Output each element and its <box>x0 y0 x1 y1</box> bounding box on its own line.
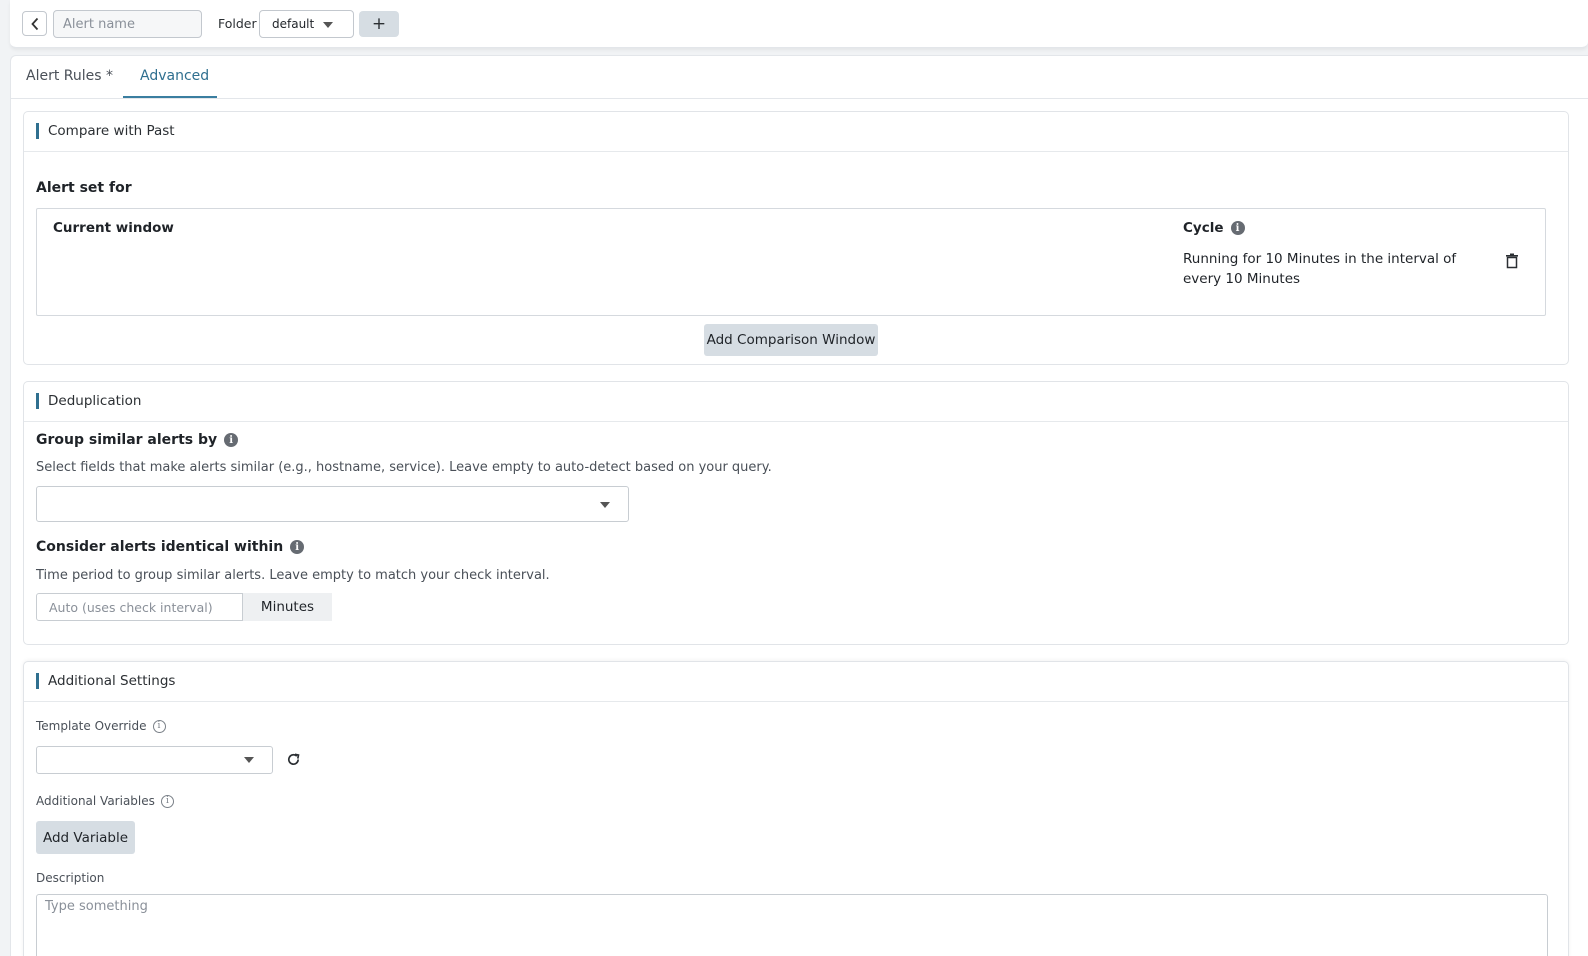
chevron-left-icon <box>30 17 38 30</box>
group-help-text: Select fields that make alerts similar (… <box>36 460 772 475</box>
info-icon[interactable]: i <box>1230 221 1245 235</box>
identical-within-label: Consider alerts identical within i <box>36 539 305 555</box>
cycle-description: Running for 10 Minutes in the interval o… <box>1183 251 1457 287</box>
add-comparison-window-button[interactable]: Add Comparison Window <box>704 324 878 356</box>
interval-unit: Minutes <box>243 593 332 621</box>
group-similar-text: Group similar alerts by <box>36 432 218 448</box>
folder-select-value: default <box>272 17 315 31</box>
additional-variables-text: Additional Variables <box>36 794 155 808</box>
tab-advanced[interactable]: Advanced <box>140 68 209 84</box>
folder-label: Folder <box>218 16 257 31</box>
section-header: Compare with Past <box>24 112 1568 152</box>
section-title: Additional Settings <box>36 673 175 689</box>
section-header: Additional Settings <box>24 662 1568 702</box>
alert-set-for-text: Alert set for <box>36 180 132 196</box>
template-override-select[interactable] <box>36 746 273 774</box>
cycle-label: Cycle i <box>1183 220 1245 236</box>
additional-settings-section: Additional Settings Template Override i … <box>23 661 1569 956</box>
template-override-label: Template Override i <box>36 719 166 733</box>
info-outline-icon[interactable]: i <box>152 719 166 733</box>
back-button[interactable] <box>22 11 47 36</box>
additional-variables-label: Additional Variables i <box>36 794 174 808</box>
active-tab-indicator <box>123 96 217 98</box>
main-content: Alert Rules * Advanced Compare with Past… <box>10 55 1588 956</box>
tab-alert-rules[interactable]: Alert Rules * <box>26 68 113 84</box>
cycle-label-text: Cycle <box>1183 220 1224 236</box>
caret-down-icon <box>244 757 254 763</box>
add-variable-button[interactable]: Add Variable <box>36 821 135 854</box>
caret-down-icon <box>323 22 333 28</box>
section-title: Deduplication <box>36 393 141 409</box>
section-title: Compare with Past <box>36 123 175 139</box>
description-label: Description <box>36 871 104 885</box>
top-bar: Folder default + <box>10 0 1588 48</box>
plus-icon: + <box>371 14 387 34</box>
description-label-text: Description <box>36 871 105 885</box>
refresh-icon[interactable] <box>286 752 301 767</box>
tab-bar: Alert Rules * Advanced <box>11 56 1588 99</box>
section-header: Deduplication <box>24 382 1568 422</box>
folder-select[interactable]: default <box>259 10 354 38</box>
group-fields-select[interactable] <box>36 486 629 522</box>
deduplication-section: Deduplication Group similar alerts by i … <box>23 381 1569 645</box>
interval-input[interactable] <box>36 593 243 621</box>
compare-with-past-section: Compare with Past Alert set for Current … <box>23 111 1569 365</box>
current-window-text: Current window <box>53 220 174 236</box>
info-icon[interactable]: i <box>290 540 305 554</box>
info-outline-icon[interactable]: i <box>160 794 174 808</box>
alert-name-input[interactable] <box>53 10 202 38</box>
info-icon[interactable]: i <box>224 433 239 447</box>
current-window-box: Current window Cycle i Running for 10 Mi… <box>36 208 1546 316</box>
identical-help-text: Time period to group similar alerts. Lea… <box>36 568 550 583</box>
template-override-text: Template Override <box>36 719 147 733</box>
current-window-label: Current window <box>53 220 174 236</box>
group-similar-label: Group similar alerts by i <box>36 432 239 448</box>
add-folder-button[interactable]: + <box>359 11 399 37</box>
identical-within-text: Consider alerts identical within <box>36 539 284 555</box>
trash-icon[interactable] <box>1505 253 1519 269</box>
alert-set-for-label: Alert set for <box>36 180 132 196</box>
description-textarea[interactable] <box>36 894 1548 956</box>
caret-down-icon <box>600 502 610 508</box>
